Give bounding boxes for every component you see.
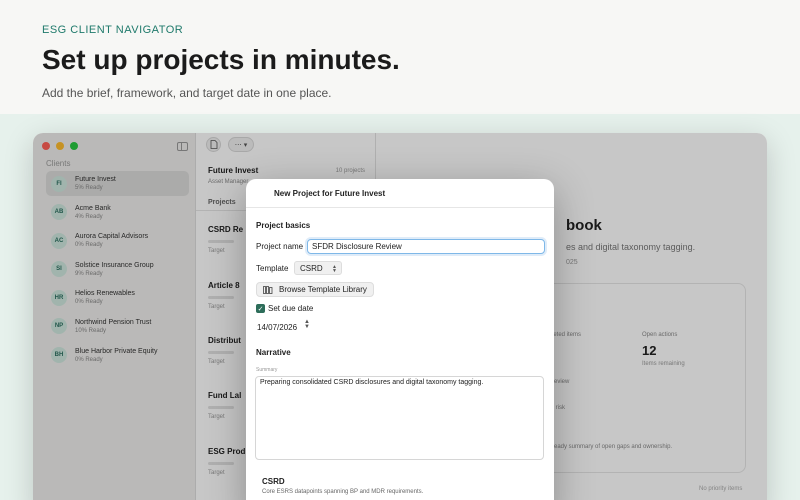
set-due-date-checkbox[interactable]: ✓ <box>256 304 265 313</box>
project-name-label: Project name <box>256 242 304 251</box>
chevron-up-down-icon: ▲ ▼ <box>332 264 337 274</box>
template-label: Template <box>256 264 289 273</box>
hero-subhead: Add the brief, framework, and target dat… <box>42 86 332 100</box>
template-card-description: Core ESRS datapoints spanning BP and MDR… <box>262 489 424 495</box>
date-stepper-icon[interactable]: ▲ ▼ <box>304 319 310 330</box>
template-select[interactable]: CSRD ▲ ▼ <box>294 261 342 275</box>
template-selected-value: CSRD <box>300 263 323 273</box>
library-icon <box>263 285 273 294</box>
project-name-input[interactable] <box>307 239 545 254</box>
project-basics-heading: Project basics <box>256 221 311 230</box>
narrative-heading: Narrative <box>256 348 291 357</box>
hero: ESG CLIENT NAVIGATOR Set up projects in … <box>42 24 400 100</box>
due-date-field[interactable]: 14/07/2026 <box>257 323 297 332</box>
set-due-date-label: Set due date <box>268 304 314 313</box>
sheet-title: New Project for Future Invest <box>274 189 386 198</box>
summary-text: Preparing consolidated CSRD disclosures … <box>260 379 484 386</box>
browse-button-label: Browse Template Library <box>279 285 367 294</box>
hero-eyebrow: ESG CLIENT NAVIGATOR <box>42 24 184 36</box>
new-project-sheet: New Project for Future Invest Project ba… <box>246 179 554 500</box>
summary-textarea[interactable]: Preparing consolidated CSRD disclosures … <box>255 376 544 460</box>
summary-label: Summary <box>256 367 278 373</box>
browse-template-library-button[interactable]: Browse Template Library <box>256 282 374 297</box>
checkmark-icon: ✓ <box>257 305 264 313</box>
hero-headline: Set up projects in minutes. <box>42 44 400 75</box>
divider <box>246 207 554 208</box>
template-card-title: CSRD <box>262 477 285 486</box>
